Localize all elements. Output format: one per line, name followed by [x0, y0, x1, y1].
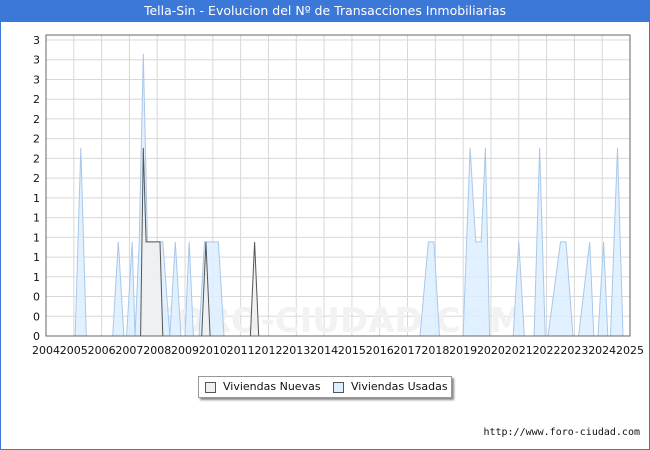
x-tick-label: 2020: [477, 344, 505, 357]
x-tick-label: 2024: [588, 344, 616, 357]
legend-swatch-usadas: [333, 382, 344, 393]
x-tick-label: 2008: [143, 344, 171, 357]
y-tick-label: 1: [33, 251, 40, 264]
x-tick-label: 2012: [254, 344, 282, 357]
legend: Viviendas Nuevas Viviendas Usadas: [198, 376, 452, 398]
chart-title: Tella-Sin - Evolucion del Nº de Transacc…: [0, 0, 650, 22]
x-tick-label: 2019: [449, 344, 477, 357]
legend-label-nuevas: Viviendas Nuevas: [223, 380, 321, 393]
y-tick-label: 2: [33, 133, 40, 146]
footer-url[interactable]: http://www.foro-ciudad.com: [483, 427, 640, 438]
x-tick-label: 2006: [88, 344, 116, 357]
chart-area: 0 0 0 1 1 1 1 1 2 2 2 2 2 3 3 3 2004 2005 2006 2007 2008 2009…: [32, 34, 644, 357]
legend-swatch-nuevas: [205, 382, 216, 393]
x-tick-label: 2014: [310, 344, 338, 357]
x-tick-label: 2021: [505, 344, 533, 357]
x-tick-label: 2016: [366, 344, 394, 357]
y-tick-label: 0: [33, 330, 40, 343]
y-tick-label: 3: [33, 54, 40, 67]
y-tick-label: 2: [33, 152, 40, 165]
y-tick-label: 2: [33, 93, 40, 106]
x-tick-label: 2018: [421, 344, 449, 357]
x-tick-label: 2011: [227, 344, 255, 357]
x-tick-label: 2023: [560, 344, 588, 357]
y-tick-label: 1: [33, 212, 40, 225]
x-tick-label: 2025: [616, 344, 644, 357]
y-tick-label: 0: [33, 310, 40, 323]
x-tick-label: 2013: [282, 344, 310, 357]
legend-label-usadas: Viviendas Usadas: [351, 380, 448, 393]
y-tick-label: 2: [33, 113, 40, 126]
x-tick-label: 2022: [533, 344, 561, 357]
y-tick-label: 3: [33, 73, 40, 86]
x-tick-label: 2007: [115, 344, 143, 357]
x-tick-label: 2004: [32, 344, 60, 357]
y-tick-label: 1: [33, 271, 40, 284]
x-tick-label: 2010: [199, 344, 227, 357]
y-tick-label: 1: [33, 192, 40, 205]
y-tick-label: 1: [33, 231, 40, 244]
y-tick-label: 3: [33, 34, 40, 47]
x-tick-label: 2017: [394, 344, 422, 357]
y-tick-label: 0: [33, 291, 40, 304]
x-tick-label: 2009: [171, 344, 199, 357]
x-tick-label: 2015: [338, 344, 366, 357]
y-tick-label: 2: [33, 172, 40, 185]
x-tick-label: 2005: [60, 344, 88, 357]
